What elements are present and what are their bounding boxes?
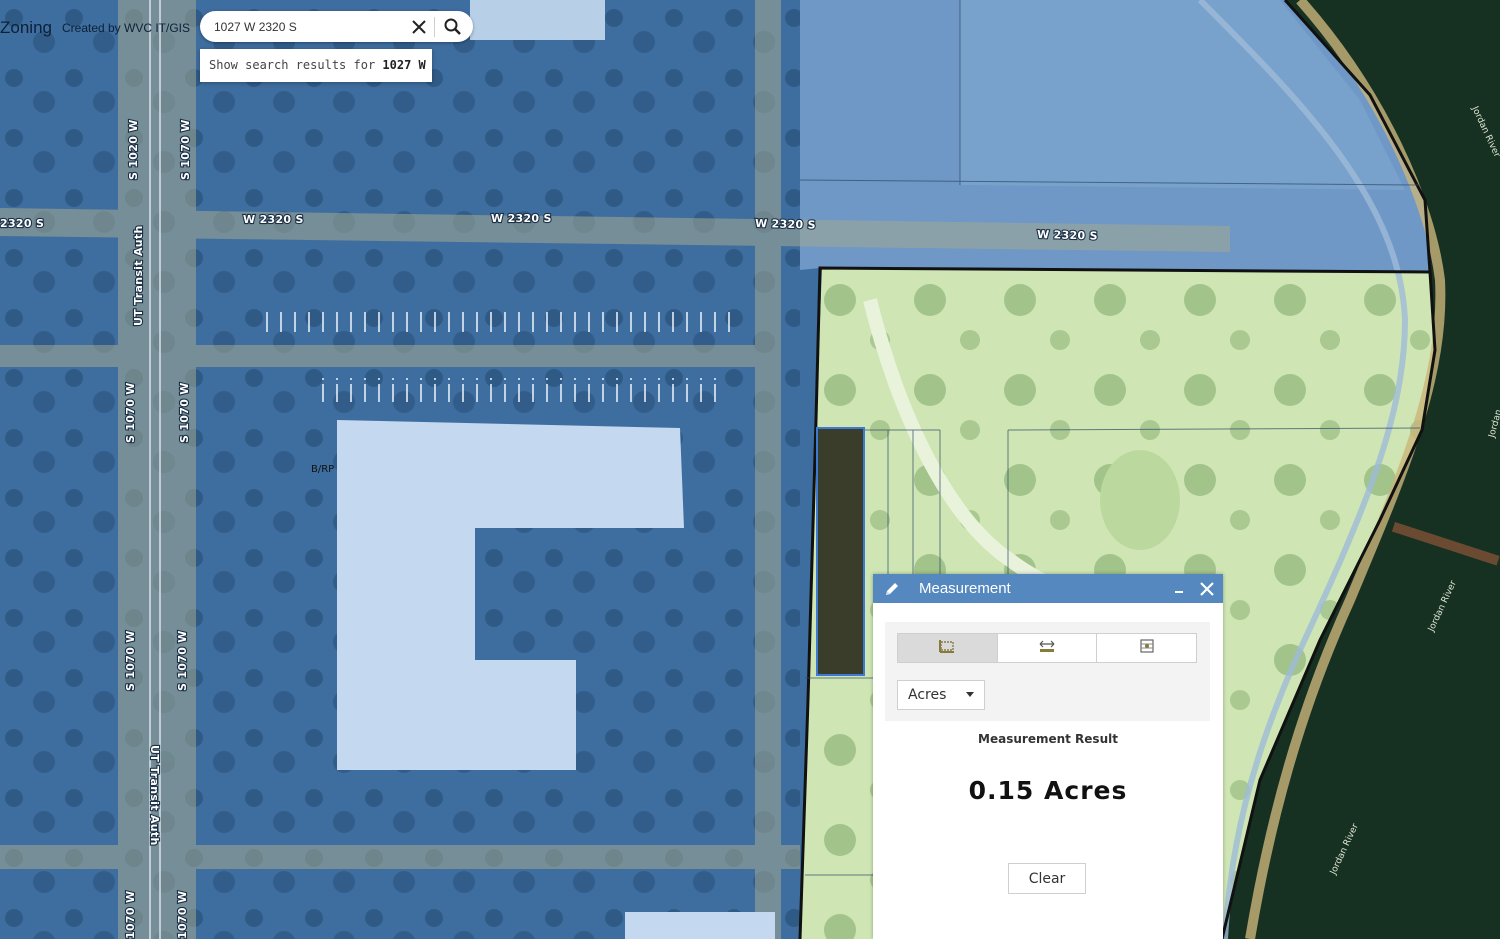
street-label: S 1070 W — [179, 119, 192, 180]
distance-tool-icon — [1038, 638, 1056, 658]
search-icon[interactable] — [442, 17, 464, 37]
location-tool-button[interactable] — [1097, 634, 1196, 662]
measured-parcel[interactable] — [816, 427, 865, 676]
app-subtitle: Created by WVC IT/GIS — [61, 21, 191, 35]
measurement-tools — [897, 633, 1197, 663]
chevron-down-icon — [966, 692, 974, 697]
street-label: 1070 W — [124, 891, 137, 939]
street-label: W 2320 S — [1037, 228, 1098, 243]
parking-lot — [320, 378, 720, 402]
street-label: 2320 S — [0, 217, 44, 230]
street-label: S 1070 W — [124, 630, 137, 691]
search-suggestion[interactable]: Show search results for 1027 W ... — [200, 49, 432, 82]
street-label: W 2320 S — [243, 213, 304, 226]
street-label: W 2320 S — [491, 212, 552, 225]
street-label: W 2320 S — [755, 217, 816, 232]
street-label: S 1070 W — [178, 382, 191, 443]
close-icon[interactable] — [409, 17, 429, 37]
street-label: S 1020 W — [127, 119, 140, 180]
map-view[interactable]: 2320 S W 2320 S W 2320 S W 2320 S W 2320… — [0, 0, 1500, 939]
unit-select-value: Acres — [908, 687, 947, 703]
park-lawn — [1100, 450, 1180, 550]
search-input[interactable] — [214, 18, 404, 36]
area-tool-icon — [938, 638, 956, 658]
street-label: 1070 W — [176, 891, 189, 939]
suggestion-prefix: Show search results for — [209, 58, 383, 72]
pencil-icon — [883, 580, 901, 598]
app-header: Zoning Created by WVC IT/GIS — [0, 15, 190, 41]
widget-title: Measurement — [919, 580, 1011, 597]
measurement-widget: Measurement Acres Measurement Result 0.1… — [873, 574, 1223, 939]
distance-tool-button[interactable] — [998, 634, 1098, 662]
street-label: S 1070 W — [176, 630, 189, 691]
search-divider — [434, 17, 435, 37]
building-north — [470, 0, 605, 40]
street-label: UT Transit Auth — [148, 745, 161, 846]
measurement-result-label: Measurement Result — [978, 732, 1118, 746]
widget-header[interactable]: Measurement — [873, 574, 1223, 603]
measurement-tools-panel: Acres — [885, 622, 1210, 721]
clear-button[interactable]: Clear — [1008, 863, 1086, 894]
zone-label: B/RP — [311, 464, 334, 475]
street-label: S 1070 W — [124, 382, 137, 443]
suggestion-ellipsis: ... — [426, 58, 432, 72]
minimize-icon[interactable] — [1172, 581, 1188, 597]
unit-select[interactable]: Acres — [897, 680, 985, 710]
close-icon[interactable] — [1198, 580, 1216, 598]
street-label: UT Transit Auth — [132, 225, 145, 326]
measurement-result-value: 0.15 Acres — [968, 776, 1128, 805]
app-title: Zoning — [0, 18, 52, 37]
search-box — [200, 11, 473, 42]
parking-lot — [260, 312, 730, 336]
area-tool-button[interactable] — [898, 634, 998, 662]
location-tool-icon — [1138, 638, 1156, 658]
building-south — [625, 912, 775, 939]
suggestion-query: 1027 W — [382, 58, 426, 72]
